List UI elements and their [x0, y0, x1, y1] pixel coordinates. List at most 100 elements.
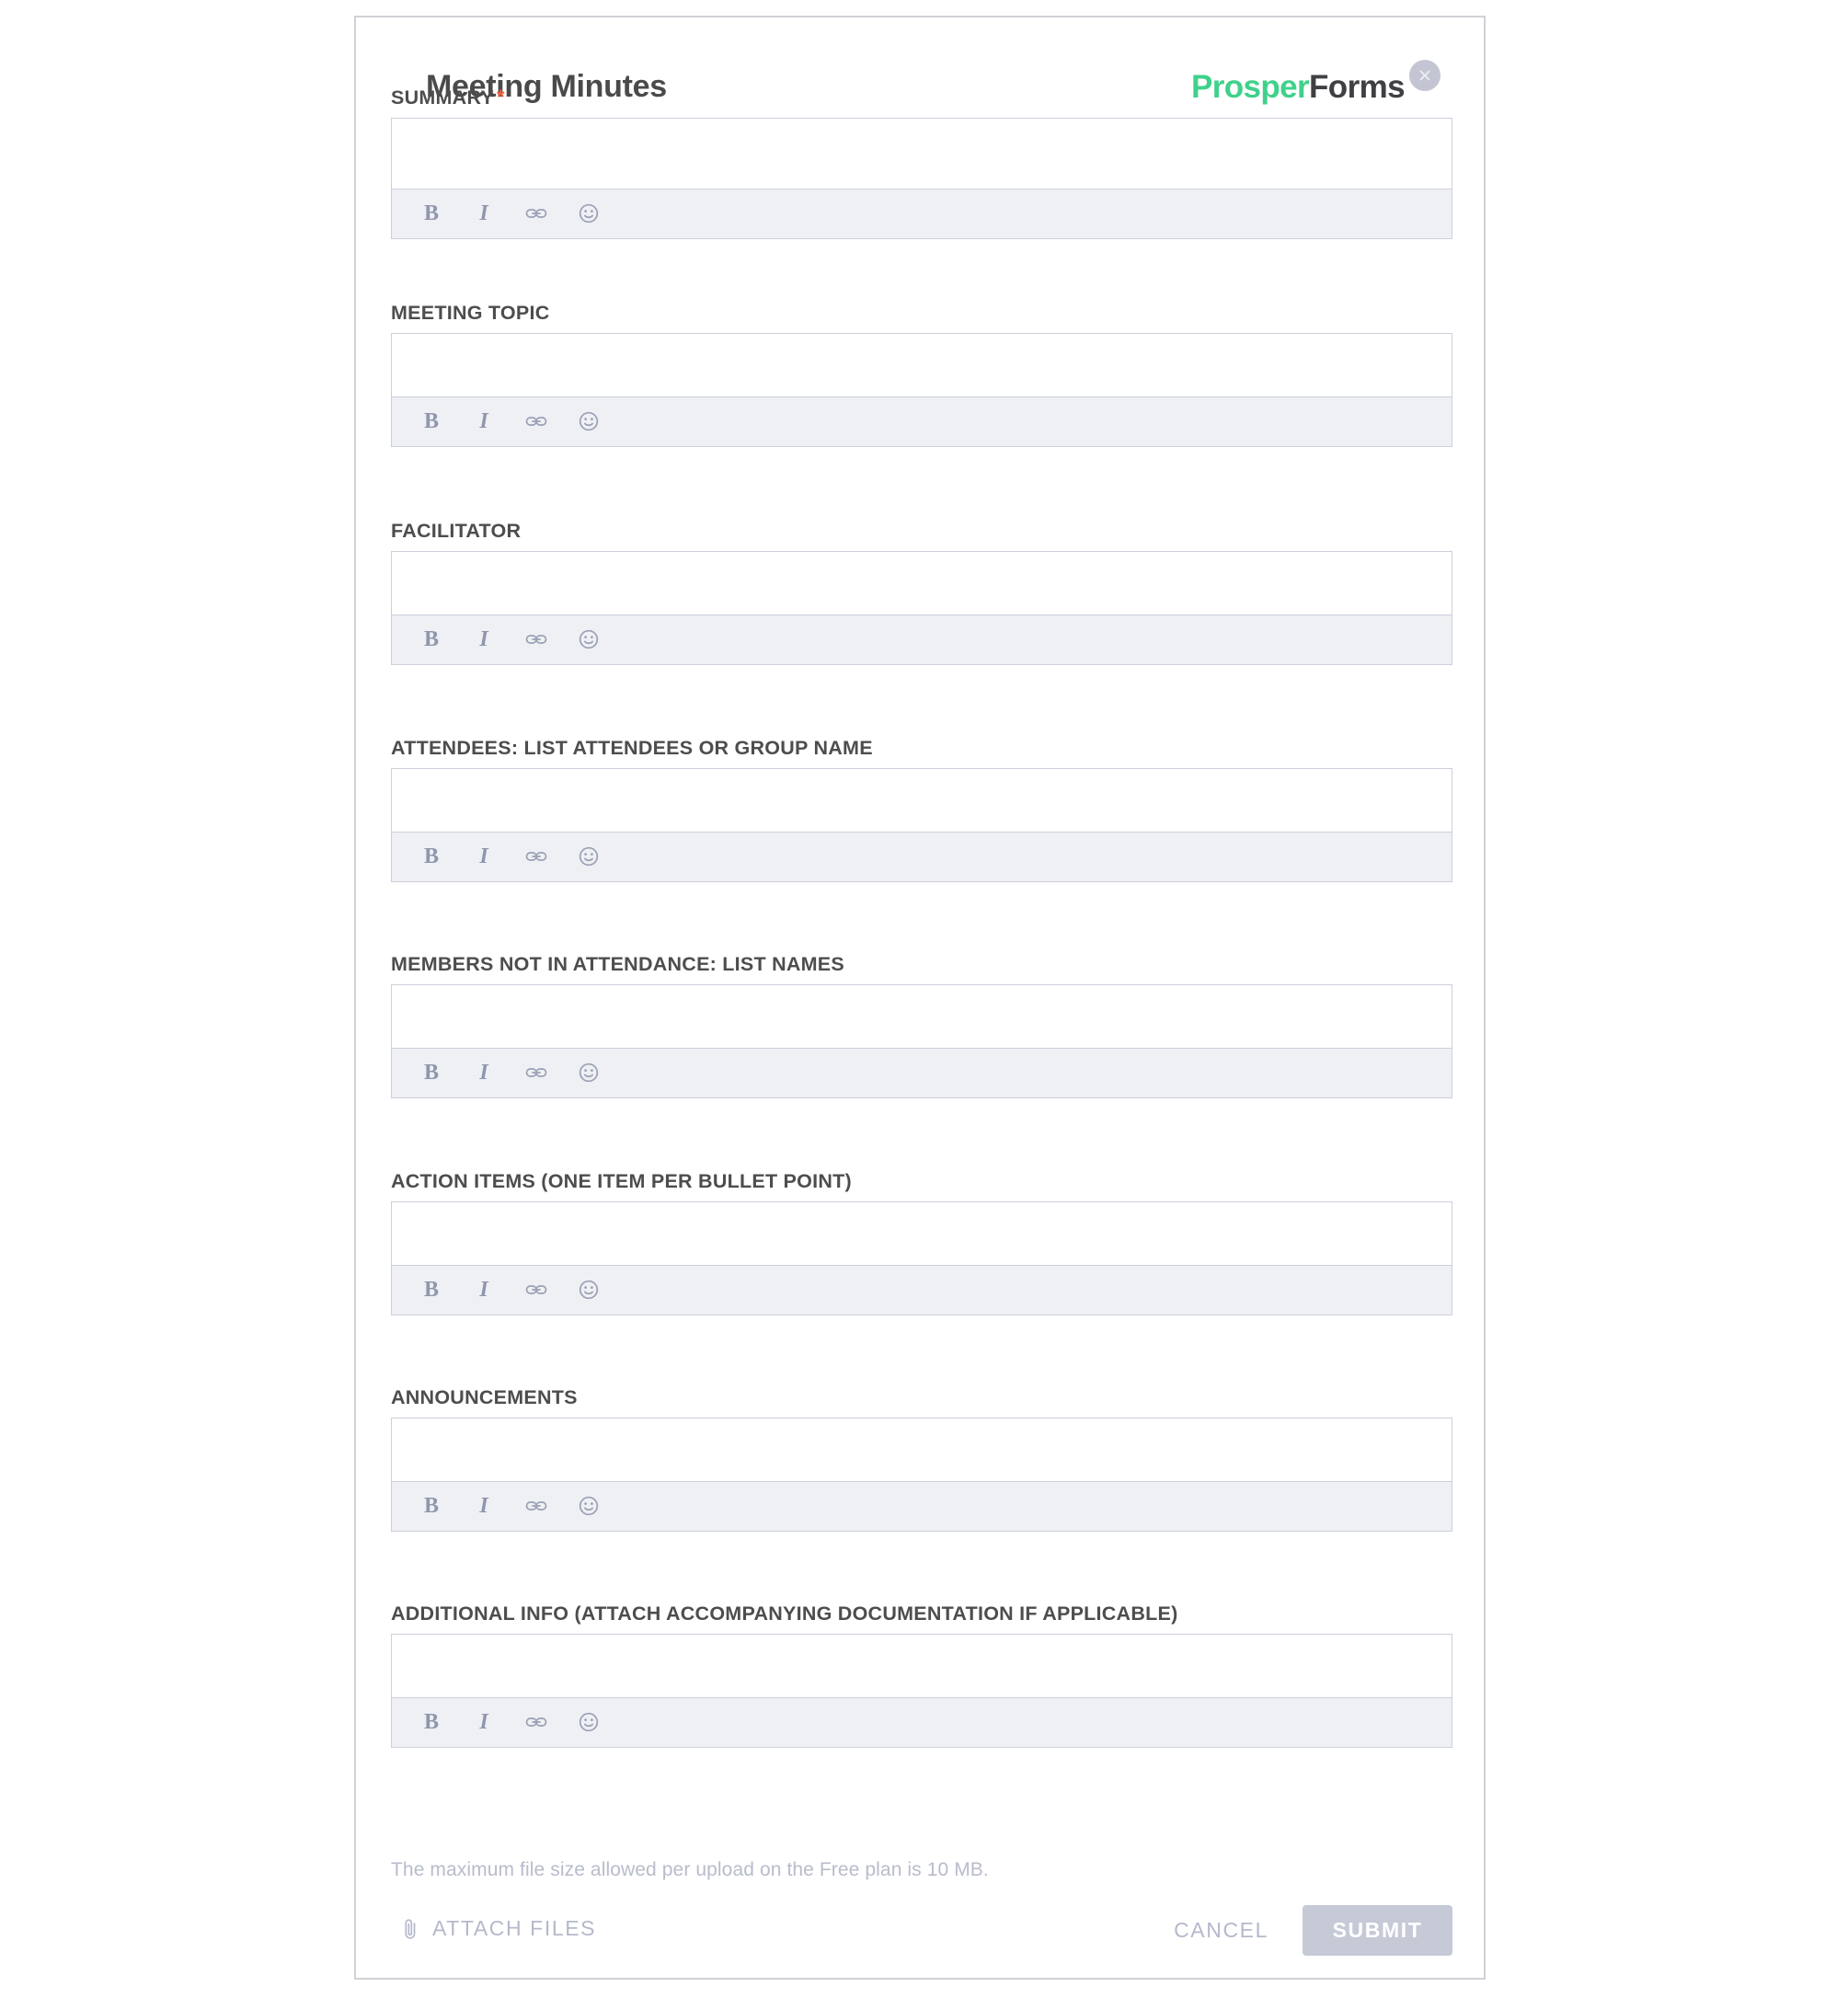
- smiley-icon[interactable]: [575, 626, 603, 653]
- bold-icon[interactable]: B: [418, 1059, 445, 1086]
- bold-icon[interactable]: B: [418, 1492, 445, 1520]
- italic-icon[interactable]: I: [470, 408, 498, 435]
- link-icon[interactable]: [522, 1276, 550, 1304]
- italic-icon[interactable]: I: [470, 626, 498, 653]
- bold-glyph: B: [423, 627, 439, 652]
- link-icon[interactable]: [522, 1059, 550, 1086]
- field-label-text: MEETING TOPIC: [391, 302, 550, 324]
- rich-text-editor: BI: [391, 117, 1452, 239]
- field-input[interactable]: [392, 333, 1452, 396]
- form-field: ATTENDEES: LIST ATTENDEES OR GROUP NAME B…: [391, 737, 1452, 882]
- link-icon[interactable]: [522, 200, 550, 227]
- bold-glyph: B: [423, 1710, 439, 1735]
- smiley-icon[interactable]: [575, 408, 603, 435]
- bold-glyph: B: [423, 844, 439, 869]
- bold-glyph: B: [423, 1061, 439, 1085]
- link-icon[interactable]: [522, 843, 550, 870]
- field-input[interactable]: [392, 551, 1452, 614]
- field-input[interactable]: [392, 768, 1452, 832]
- attach-files-button[interactable]: ATTACH FILES: [400, 1916, 596, 1941]
- editor-toolbar: BI: [392, 396, 1452, 446]
- field-label: MEETING TOPIC: [391, 302, 1452, 325]
- editor-toolbar: BI: [392, 188, 1452, 238]
- bold-glyph: B: [423, 201, 439, 226]
- form-field: MEETING TOPIC B I: [391, 302, 1452, 447]
- field-input[interactable]: [392, 984, 1452, 1048]
- rich-text-editor: BI: [391, 1417, 1452, 1532]
- italic-glyph: I: [479, 1494, 488, 1519]
- italic-glyph: I: [479, 627, 488, 652]
- smiley-icon[interactable]: [575, 1492, 603, 1520]
- italic-glyph: I: [479, 201, 488, 226]
- field-label-text: ATTENDEES: LIST ATTENDEES OR GROUP NAME: [391, 737, 873, 759]
- field-label-text: SUMMARY: [391, 86, 495, 109]
- field-label-text: FACILITATOR: [391, 520, 522, 542]
- form-field: SUMMARY * B I: [391, 86, 1452, 239]
- meeting-minutes-form-panel: Meeting Minutes ProsperForms SUMMARY * B I M…: [354, 16, 1486, 1980]
- italic-icon[interactable]: I: [470, 1492, 498, 1520]
- cancel-button[interactable]: CANCEL: [1174, 1918, 1268, 1943]
- bold-icon[interactable]: B: [418, 626, 445, 653]
- submit-button[interactable]: SUBMIT: [1303, 1905, 1452, 1956]
- italic-glyph: I: [479, 844, 488, 869]
- field-label: SUMMARY *: [391, 86, 1452, 109]
- editor-toolbar: BI: [392, 614, 1452, 664]
- field-label-text: ACTION ITEMS (ONE ITEM PER BULLET POINT): [391, 1170, 852, 1192]
- bold-icon[interactable]: B: [418, 1708, 445, 1736]
- rich-text-editor: BI: [391, 1633, 1452, 1748]
- field-label: ADDITIONAL INFO (ATTACH ACCOMPANYING DOC…: [391, 1602, 1452, 1625]
- form-footer-bar: ATTACH FILES CANCEL SUBMIT: [391, 1905, 1452, 1962]
- bold-glyph: B: [423, 1494, 439, 1519]
- max-file-size-note: The maximum file size allowed per upload…: [391, 1859, 989, 1880]
- link-icon[interactable]: [522, 1708, 550, 1736]
- bold-glyph: B: [423, 1278, 439, 1303]
- screen: Meeting Minutes ProsperForms SUMMARY * B I M…: [0, 0, 1848, 2010]
- form-field: ACTION ITEMS (ONE ITEM PER BULLET POINT)…: [391, 1170, 1452, 1315]
- editor-toolbar: BI: [392, 831, 1452, 881]
- bold-icon[interactable]: B: [418, 408, 445, 435]
- italic-icon[interactable]: I: [470, 843, 498, 870]
- rich-text-editor: BI: [391, 550, 1452, 665]
- field-input[interactable]: [392, 1634, 1452, 1697]
- italic-icon[interactable]: I: [470, 200, 498, 227]
- bold-icon[interactable]: B: [418, 200, 445, 227]
- form-field: ANNOUNCEMENTS B I: [391, 1386, 1452, 1532]
- bold-icon[interactable]: B: [418, 843, 445, 870]
- italic-icon[interactable]: I: [470, 1059, 498, 1086]
- smiley-icon[interactable]: [575, 1708, 603, 1736]
- paperclip-icon: [400, 1917, 420, 1941]
- rich-text-editor: BI: [391, 983, 1452, 1098]
- form-panel-inner: Meeting Minutes ProsperForms SUMMARY * B I M…: [356, 17, 1484, 1978]
- italic-icon[interactable]: I: [470, 1708, 498, 1736]
- field-input[interactable]: [392, 1201, 1452, 1265]
- rich-text-editor: BI: [391, 767, 1452, 882]
- link-icon[interactable]: [522, 626, 550, 653]
- bold-icon[interactable]: B: [418, 1276, 445, 1304]
- field-label: ANNOUNCEMENTS: [391, 1386, 1452, 1409]
- italic-icon[interactable]: I: [470, 1276, 498, 1304]
- field-label-text: MEMBERS NOT IN ATTENDANCE: LIST NAMES: [391, 953, 844, 975]
- field-label-text: ANNOUNCEMENTS: [391, 1386, 578, 1408]
- editor-toolbar: BI: [392, 1264, 1452, 1315]
- field-input[interactable]: [392, 1418, 1452, 1481]
- required-asterisk: *: [497, 86, 505, 109]
- smiley-icon[interactable]: [575, 1059, 603, 1086]
- field-label-text: ADDITIONAL INFO (ATTACH ACCOMPANYING DOC…: [391, 1602, 1178, 1625]
- italic-glyph: I: [479, 1278, 488, 1303]
- rich-text-editor: BI: [391, 332, 1452, 447]
- italic-glyph: I: [479, 409, 488, 434]
- smiley-icon[interactable]: [575, 843, 603, 870]
- form-field: FACILITATOR B I: [391, 520, 1452, 665]
- attach-files-label: ATTACH FILES: [432, 1916, 597, 1940]
- rich-text-editor: BI: [391, 1200, 1452, 1315]
- link-icon[interactable]: [522, 408, 550, 435]
- italic-glyph: I: [479, 1061, 488, 1085]
- bold-glyph: B: [423, 409, 439, 434]
- smiley-icon[interactable]: [575, 1276, 603, 1304]
- smiley-icon[interactable]: [575, 200, 603, 227]
- field-label: ACTION ITEMS (ONE ITEM PER BULLET POINT): [391, 1170, 1452, 1193]
- field-label: FACILITATOR: [391, 520, 1452, 543]
- link-icon[interactable]: [522, 1492, 550, 1520]
- field-input[interactable]: [392, 118, 1452, 189]
- editor-toolbar: BI: [392, 1696, 1452, 1747]
